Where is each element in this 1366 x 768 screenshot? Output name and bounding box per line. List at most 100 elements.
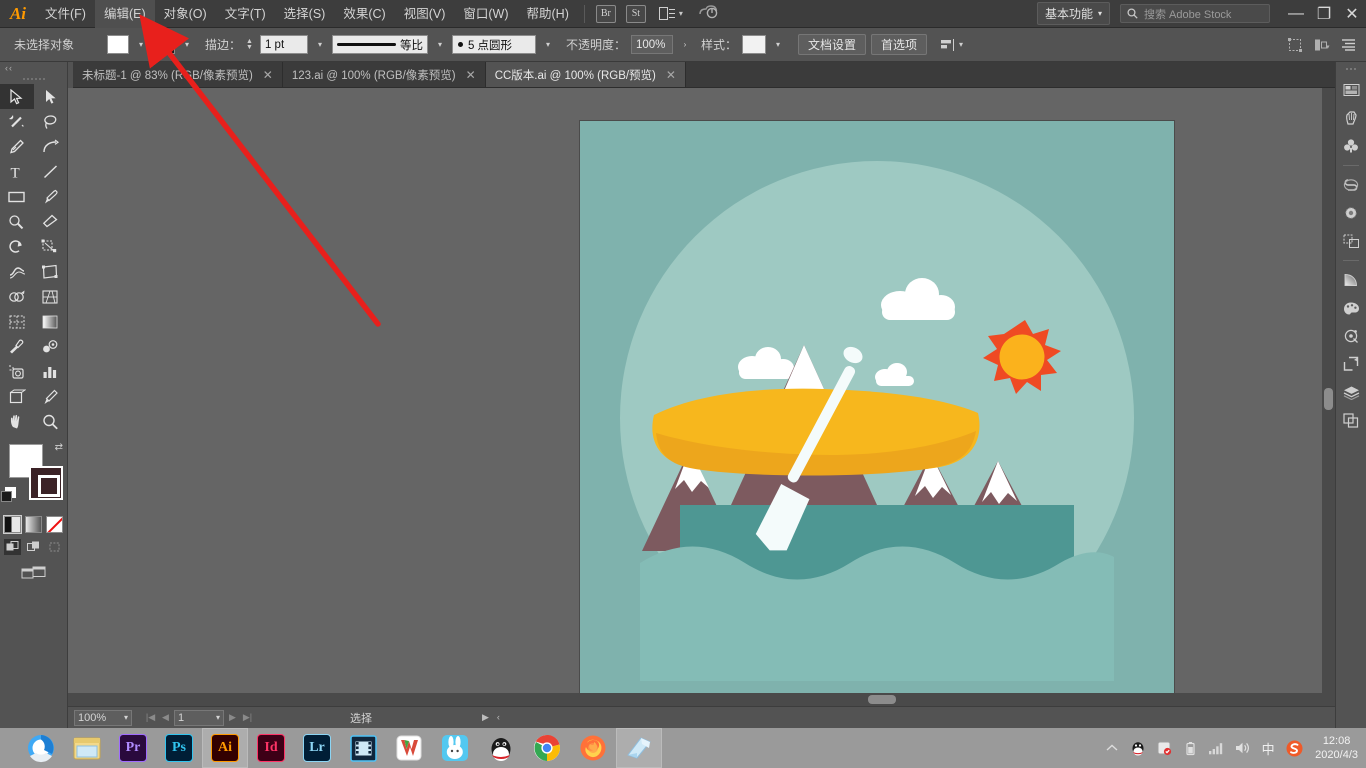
taskbar-lightroom-icon[interactable]: Lr: [294, 728, 340, 768]
document-setup-button[interactable]: 文档设置: [797, 34, 866, 55]
taskbar-premiere-icon[interactable]: Pr: [110, 728, 156, 768]
menu-file[interactable]: 文件(F): [36, 0, 95, 28]
status-play-icon[interactable]: ▶: [482, 712, 489, 723]
brushes-panel-icon[interactable]: [1336, 104, 1366, 132]
selection-tool[interactable]: [0, 84, 34, 109]
panel-menu-icon[interactable]: [1341, 38, 1356, 51]
taskbar-notepad-icon[interactable]: [616, 728, 662, 768]
direct-selection-tool[interactable]: [34, 84, 68, 109]
first-artboard-button[interactable]: |◀: [144, 712, 157, 723]
layers-panel-icon[interactable]: [1336, 378, 1366, 406]
type-tool[interactable]: T: [0, 159, 34, 184]
perspective-grid-tool[interactable]: [34, 284, 68, 309]
artboards-panel-icon[interactable]: [1336, 406, 1366, 434]
taskbar-explorer-icon[interactable]: [64, 728, 110, 768]
brush-definition-caret-icon[interactable]: ▾: [541, 35, 555, 54]
panel-dock-drag-handle[interactable]: [1336, 62, 1366, 76]
default-fill-stroke-icon[interactable]: [1, 486, 17, 502]
preferences-button[interactable]: 首选项: [871, 34, 928, 55]
draw-normal[interactable]: [4, 539, 21, 555]
menu-object[interactable]: 对象(O): [155, 0, 216, 28]
scale-tool[interactable]: [34, 234, 68, 259]
gradient-tool[interactable]: [34, 309, 68, 334]
menu-help[interactable]: 帮助(H): [518, 0, 578, 28]
artboard-tool[interactable]: [0, 384, 34, 409]
status-bar-menu[interactable]: ▶ ‹: [482, 712, 500, 723]
opacity-caret-icon[interactable]: ›: [678, 35, 692, 54]
rotate-tool[interactable]: [0, 234, 34, 259]
slice-tool[interactable]: [34, 384, 68, 409]
next-artboard-button[interactable]: ▶: [226, 712, 239, 723]
canvas-horizontal-scrollbar[interactable]: [68, 693, 1322, 706]
taskbar-wps-icon[interactable]: [386, 728, 432, 768]
line-segment-tool[interactable]: [34, 159, 68, 184]
tray-expand-icon[interactable]: [1103, 739, 1121, 757]
symbols-panel-icon[interactable]: [1336, 132, 1366, 160]
draw-behind[interactable]: [25, 539, 42, 555]
curvature-tool[interactable]: [34, 134, 68, 159]
bridge-icon[interactable]: Br: [595, 4, 616, 23]
stroke-weight-caret-icon[interactable]: ▾: [313, 35, 327, 54]
paintbrush-tool[interactable]: [34, 184, 68, 209]
tray-sogou-icon[interactable]: [1285, 739, 1303, 757]
close-icon[interactable]: ✕: [466, 68, 476, 82]
opacity-input[interactable]: 100%: [630, 35, 673, 54]
arrange-documents-button[interactable]: ▾: [658, 7, 683, 20]
sync-settings-icon[interactable]: [697, 3, 719, 25]
blend-tool[interactable]: [34, 334, 68, 359]
tools-panel-drag-handle[interactable]: [0, 74, 67, 84]
canvas-area[interactable]: [68, 88, 1335, 706]
column-graph-tool[interactable]: [34, 359, 68, 384]
workspace-selector[interactable]: 基本功能 ▾: [1036, 2, 1110, 25]
align-dropdown[interactable]: ▾: [940, 38, 963, 52]
lasso-tool[interactable]: [34, 109, 68, 134]
transform-icon[interactable]: [1288, 37, 1304, 52]
document-tab[interactable]: 未标题-1 @ 83% (RGB/像素预览) ✕: [73, 62, 283, 87]
tray-ime-icon[interactable]: 中: [1259, 739, 1277, 757]
tray-volume-icon[interactable]: [1233, 739, 1251, 757]
fill-color-caret-icon[interactable]: ▾: [134, 35, 148, 54]
width-tool[interactable]: [0, 259, 34, 284]
previous-artboard-button[interactable]: ◀: [159, 712, 172, 723]
artboard[interactable]: [580, 121, 1174, 706]
stroke-weight-input[interactable]: 1 pt: [259, 35, 308, 54]
scrollbar-thumb[interactable]: [868, 695, 896, 704]
eyedropper-tool[interactable]: [0, 334, 34, 359]
taskbar-firefox-icon[interactable]: [570, 728, 616, 768]
cc-libraries-panel-icon[interactable]: [1336, 171, 1366, 199]
taskbar-browser-icon[interactable]: [18, 728, 64, 768]
symbol-sprayer-tool[interactable]: [0, 359, 34, 384]
menu-edit[interactable]: 编辑(E): [94, 0, 155, 28]
tray-battery-icon[interactable]: [1181, 739, 1199, 757]
window-restore-button[interactable]: ❐: [1310, 0, 1338, 28]
graphic-style-caret-icon[interactable]: ▾: [771, 35, 785, 54]
draw-inside[interactable]: [46, 539, 63, 555]
document-tab-active[interactable]: CC版本.ai @ 100% (RGB/预览) ✕: [485, 62, 686, 87]
color-mode[interactable]: [3, 515, 22, 534]
stock-search-input[interactable]: 搜索 Adobe Stock: [1120, 4, 1270, 23]
stroke-swatch[interactable]: [29, 466, 63, 500]
menu-view[interactable]: 视图(V): [395, 0, 455, 28]
brush-definition-select[interactable]: 5 点圆形: [451, 35, 536, 54]
shaper-tool[interactable]: [0, 209, 34, 234]
gradient-mode[interactable]: [25, 516, 42, 533]
mesh-tool[interactable]: [0, 309, 34, 334]
menu-effect[interactable]: 效果(C): [334, 0, 394, 28]
color-guide-panel-icon[interactable]: [1336, 294, 1366, 322]
screen-mode-button[interactable]: [0, 565, 67, 581]
window-minimize-button[interactable]: —: [1282, 0, 1310, 28]
zoom-level-select[interactable]: 100% ▾: [74, 709, 132, 726]
stroke-profile-caret-icon[interactable]: ▾: [433, 35, 447, 54]
status-prev-icon[interactable]: ‹: [497, 712, 500, 723]
stroke-color-caret-icon[interactable]: ▾: [180, 35, 194, 54]
taskbar-illustrator-icon[interactable]: Ai: [202, 728, 248, 768]
taskbar-photoshop-icon[interactable]: Ps: [156, 728, 202, 768]
gradient-panel-icon[interactable]: [1336, 266, 1366, 294]
hand-tool[interactable]: [0, 409, 34, 434]
none-mode[interactable]: [46, 516, 63, 533]
color-panel-icon[interactable]: [1336, 76, 1366, 104]
menu-window[interactable]: 窗口(W): [454, 0, 517, 28]
swap-fill-stroke-icon[interactable]: ⇄: [55, 442, 63, 453]
transform-panel-icon[interactable]: [1336, 350, 1366, 378]
canvas-vertical-scrollbar[interactable]: [1322, 88, 1335, 706]
